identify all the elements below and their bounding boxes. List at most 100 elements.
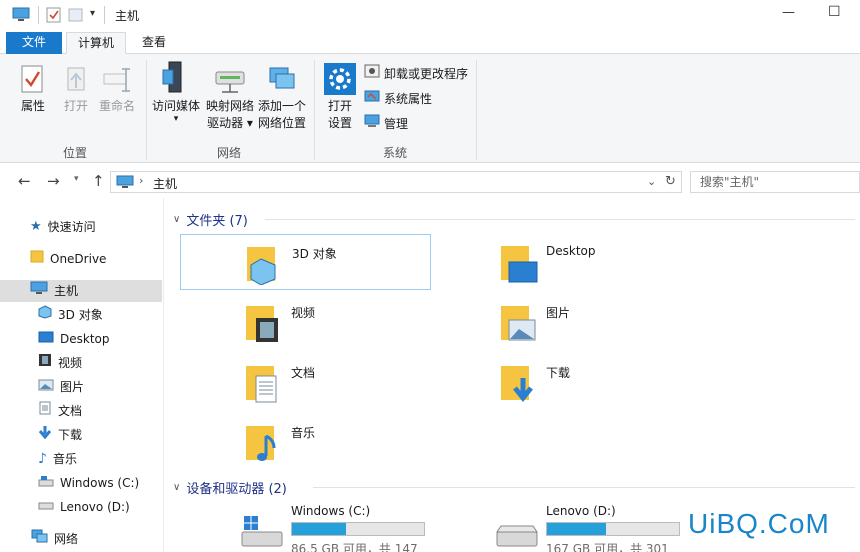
chevron-down-icon: ∨ <box>173 482 181 493</box>
folders-section-header[interactable]: ∨ 文件夹 (7) <box>173 210 248 229</box>
drive-tile-d[interactable]: Lenovo (D:) 167 GB 可用，共 301 <box>435 500 685 552</box>
watermark-logo: UiBQ.CoM <box>688 508 830 539</box>
star-icon: ★ <box>30 219 42 234</box>
access-media-label: 访问媒体 <box>151 99 200 113</box>
open-settings-button[interactable]: 打开 设置 <box>320 62 360 132</box>
system-properties-button[interactable]: 系统属性 <box>364 89 432 109</box>
properties-icon <box>14 64 52 98</box>
open-settings-label-1: 打开 <box>327 99 352 113</box>
nav-drive-c[interactable]: Windows (C:) <box>38 472 139 494</box>
nav-3d-objects[interactable]: 3D 对象 <box>38 304 103 326</box>
tab-view[interactable]: 查看 <box>132 32 176 54</box>
nav-downloads[interactable]: 下载 <box>38 424 82 446</box>
nav-label: 视频 <box>58 356 83 370</box>
rename-label: 重命名 <box>98 99 135 113</box>
group-label-system: 系统 <box>382 146 407 160</box>
this-pc-icon <box>116 175 134 192</box>
customize-quick-access-icon[interactable]: ▾ <box>90 8 95 19</box>
address-dropdown-icon[interactable]: ⌄ <box>647 175 656 188</box>
folder-picture-icon <box>499 300 539 347</box>
tab-computer[interactable]: 计算机 <box>66 32 126 54</box>
folder-tile-desktop[interactable]: Desktop <box>435 234 685 290</box>
folder-download-icon <box>499 360 539 407</box>
nav-label: 3D 对象 <box>58 308 103 322</box>
back-arrow-icon[interactable]: ← <box>18 172 31 190</box>
breadcrumb-this-pc[interactable]: 主机 <box>153 175 177 192</box>
search-input[interactable]: 搜索"主机" <box>690 171 860 193</box>
maximize-button[interactable]: ☐ <box>828 4 841 20</box>
window-title: 主机 <box>115 9 140 23</box>
nav-documents[interactable]: 文档 <box>38 400 82 422</box>
new-folder-quick-icon[interactable] <box>68 7 84 26</box>
media-server-icon <box>150 60 202 98</box>
nav-label: Desktop <box>60 332 110 346</box>
drive-icon <box>38 496 54 518</box>
folder-tile-3d-objects[interactable]: 3D 对象 <box>180 234 431 290</box>
nav-label: Lenovo (D:) <box>60 500 130 514</box>
network-location-icon <box>256 60 308 98</box>
folder-label: 3D 对象 <box>292 247 337 261</box>
drive-label: Windows (C:) <box>291 504 371 518</box>
folder-music-icon <box>244 420 284 467</box>
properties-label: 属性 <box>20 99 45 113</box>
this-pc-icon <box>30 280 48 302</box>
properties-quick-icon[interactable] <box>46 7 62 26</box>
minimize-button[interactable]: — <box>782 5 795 20</box>
nav-desktop[interactable]: Desktop <box>38 328 110 350</box>
uninstall-icon <box>364 63 380 85</box>
folder-tile-pictures[interactable]: 图片 <box>435 294 685 350</box>
access-media-button[interactable]: 访问媒体 ▾ <box>150 60 202 124</box>
add-location-label-1: 添加一个 <box>257 99 306 113</box>
address-bar[interactable]: › 主机 ⌄ ↻ <box>110 171 682 193</box>
breadcrumb-chevron-icon[interactable]: › <box>139 174 143 187</box>
nav-drive-d[interactable]: Lenovo (D:) <box>38 496 130 518</box>
rename-button[interactable]: 重命名 <box>96 64 138 115</box>
nav-videos[interactable]: 视频 <box>38 352 82 374</box>
nav-pictures[interactable]: 图片 <box>38 376 84 398</box>
download-arrow-icon <box>38 424 52 446</box>
chevron-down-icon: ∨ <box>173 214 181 225</box>
folder-label: 文档 <box>291 366 316 380</box>
ribbon-tabs: 文件 计算机 查看 <box>0 30 860 54</box>
manage-button[interactable]: 管理 <box>364 114 408 134</box>
folder-desktop-icon <box>499 240 539 287</box>
recent-locations-icon[interactable]: ▾ <box>74 174 79 184</box>
manage-label: 管理 <box>384 117 409 131</box>
drive-tile-c[interactable]: Windows (C:) 86.5 GB 可用，共 147 <box>180 500 431 552</box>
uninstall-programs-button[interactable]: 卸载或更改程序 <box>364 64 468 84</box>
divider <box>104 6 105 24</box>
folder-tile-music[interactable]: 音乐 <box>180 414 431 470</box>
folder-tile-documents[interactable]: 文档 <box>180 354 431 410</box>
nav-network[interactable]: 网络 <box>30 528 78 550</box>
group-separator <box>146 60 147 160</box>
music-note-icon: ♪ <box>38 451 47 467</box>
system-properties-label: 系统属性 <box>384 92 433 106</box>
cube-icon <box>38 304 52 326</box>
nav-onedrive[interactable]: OneDrive <box>30 248 106 270</box>
document-icon <box>38 400 52 422</box>
drive-usage-bar <box>291 522 425 536</box>
open-button[interactable]: 打开 <box>58 64 94 115</box>
manage-icon <box>364 113 380 135</box>
tab-file[interactable]: 文件 <box>6 32 62 54</box>
folder-tile-downloads[interactable]: 下载 <box>435 354 685 410</box>
folder-label: 视频 <box>291 306 316 320</box>
nav-quick-access[interactable]: ★ 快速访问 <box>30 216 96 238</box>
folder-tile-videos[interactable]: 视频 <box>180 294 431 350</box>
nav-music[interactable]: ♪ 音乐 <box>38 448 77 470</box>
folder-label: 图片 <box>546 306 571 320</box>
map-network-drive-button[interactable]: 映射网络 驱动器 ▾ <box>203 60 257 132</box>
windows-drive-icon <box>240 512 284 551</box>
nav-label: 文档 <box>58 404 83 418</box>
forward-arrow-icon[interactable]: → <box>47 172 60 190</box>
group-separator <box>476 60 477 160</box>
group-label-network: 网络 <box>216 146 241 160</box>
refresh-icon[interactable]: ↻ <box>665 174 676 189</box>
up-arrow-icon[interactable]: ↑ <box>92 172 105 190</box>
nav-this-pc[interactable]: 主机 <box>0 280 162 302</box>
add-network-location-button[interactable]: 添加一个 网络位置 <box>256 60 308 132</box>
drives-section-header[interactable]: ∨ 设备和驱动器 (2) <box>173 478 287 497</box>
folder-icon <box>30 248 44 270</box>
properties-button[interactable]: 属性 <box>14 64 52 115</box>
nav-label: 快速访问 <box>47 220 96 234</box>
